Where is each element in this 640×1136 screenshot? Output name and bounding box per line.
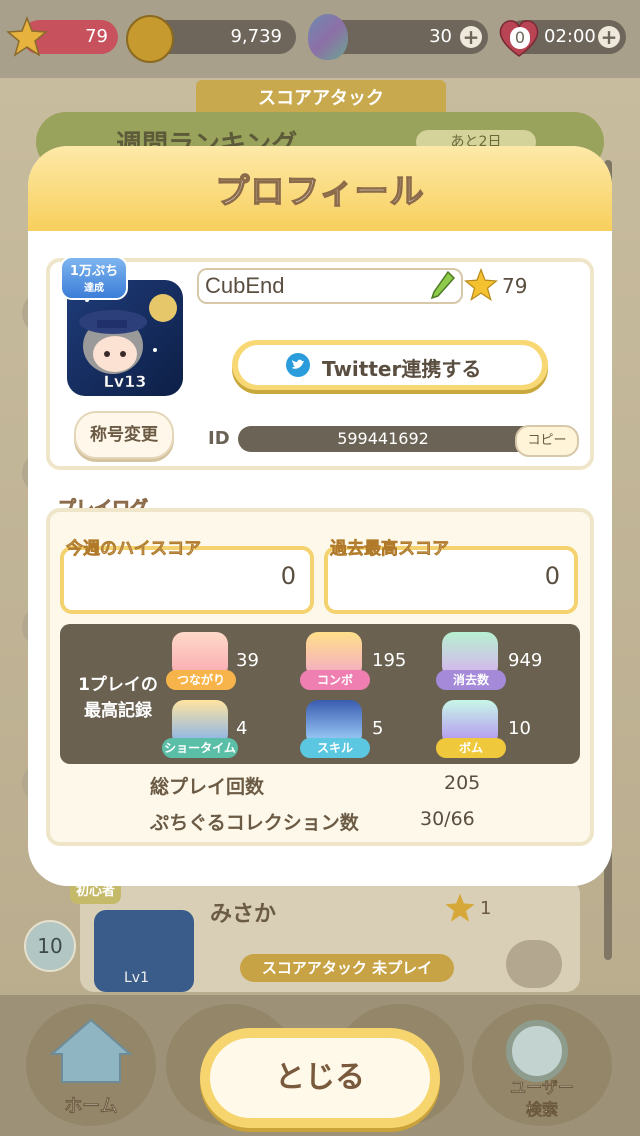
record-value-erase: 949 bbox=[508, 650, 543, 671]
record-value-chain: 39 bbox=[236, 650, 259, 671]
house-icon bbox=[49, 1018, 133, 1083]
record-tag-bomb: ボム bbox=[436, 738, 506, 758]
achievement-badge-bottom: 達成 bbox=[84, 283, 104, 294]
star-icon bbox=[6, 16, 48, 57]
level-value: 79 bbox=[85, 26, 108, 47]
home-label: ホーム bbox=[64, 1096, 118, 1118]
coin-icon bbox=[126, 15, 174, 63]
add-gem-icon[interactable]: + bbox=[460, 26, 482, 48]
twitter-icon bbox=[286, 353, 310, 377]
ranking-stars: 1 bbox=[480, 898, 492, 919]
heart-timer: 02:00 bbox=[544, 26, 596, 47]
title-change-button[interactable]: 称号変更 bbox=[74, 411, 174, 459]
twitter-link-button[interactable]: Twitter連携する bbox=[232, 340, 548, 390]
user-search-button[interactable]: ユーザー 検索 bbox=[472, 1004, 612, 1126]
ranking-row[interactable]: みさか 1 スコアアタック 未プレイ Lv1 初心者 bbox=[70, 880, 580, 992]
user-id: 599441692 bbox=[337, 429, 429, 448]
record-tag-showtime: ショータイム bbox=[162, 738, 238, 758]
alltime-high-score: 0 bbox=[544, 562, 560, 590]
record-tag-chain: つながり bbox=[166, 670, 236, 690]
status-bar: 79 9,739 30 + 02:00 + 0 bbox=[0, 0, 640, 78]
magnifier-icon bbox=[506, 1020, 568, 1082]
name-field[interactable]: CubEnd bbox=[197, 268, 463, 304]
add-heart-icon[interactable]: + bbox=[598, 26, 620, 48]
record-tag-erase: 消去数 bbox=[436, 670, 506, 690]
collection-value: 30/66 bbox=[420, 808, 475, 830]
ranking-avatar-level: Lv1 bbox=[124, 970, 149, 986]
heart-count: 0 bbox=[510, 27, 530, 49]
record-tag-skill: スキル bbox=[300, 738, 370, 758]
gem-icon bbox=[308, 14, 348, 60]
user-search-label-2: 検索 bbox=[525, 1100, 559, 1120]
twitter-button-face: Twitter連携する bbox=[238, 345, 542, 385]
ranking-avatar: Lv1 bbox=[94, 910, 194, 992]
copy-id-button[interactable]: コピー bbox=[515, 425, 579, 457]
close-button[interactable]: とじる bbox=[200, 1028, 440, 1128]
weekly-high-score-label: 今週のハイスコア bbox=[66, 539, 202, 560]
modal-title: プロフィール bbox=[215, 171, 425, 213]
pencil-icon[interactable] bbox=[430, 270, 456, 300]
user-rank: 79 bbox=[502, 274, 528, 298]
record-tag-combo: コンボ bbox=[300, 670, 370, 690]
star-icon bbox=[464, 268, 498, 301]
close-label: とじる bbox=[210, 1038, 430, 1118]
total-plays-value: 205 bbox=[444, 772, 481, 794]
total-plays-label: 総プレイ回数 bbox=[150, 776, 265, 798]
records-label-1: 1プレイの bbox=[78, 675, 158, 695]
twitter-label: Twitter連携する bbox=[322, 357, 482, 381]
id-label: ID bbox=[208, 428, 230, 449]
star-icon bbox=[445, 893, 475, 922]
alltime-high-score-label: 過去最高スコア bbox=[330, 539, 450, 560]
gem-value: 30 bbox=[429, 26, 452, 47]
ranking-status: スコアアタック 未プレイ bbox=[240, 954, 454, 982]
achievement-badge: 1万ぷち 達成 bbox=[60, 256, 128, 300]
coin-value: 9,739 bbox=[230, 26, 282, 47]
collection-label: ぷちぐるコレクション数 bbox=[150, 812, 359, 834]
record-value-showtime: 4 bbox=[236, 718, 248, 739]
ranking-name: みさか bbox=[210, 902, 277, 927]
home-button[interactable]: ホーム bbox=[26, 1004, 156, 1126]
record-value-combo: 195 bbox=[372, 650, 407, 671]
record-value-bomb: 10 bbox=[508, 718, 531, 739]
avatar-level: Lv13 bbox=[103, 372, 147, 392]
records-panel: 1プレイの 最高記録 つながり 39 コンボ 195 消去数 949 ショータイ… bbox=[60, 624, 580, 764]
user-name: CubEnd bbox=[205, 273, 285, 298]
user-search-label-1: ユーザー bbox=[510, 1078, 574, 1098]
records-label-2: 最高記録 bbox=[84, 701, 152, 721]
like-heart-icon[interactable] bbox=[506, 940, 562, 988]
ranking-rank: 10 bbox=[24, 920, 76, 972]
record-value-skill: 5 bbox=[372, 718, 384, 739]
achievement-badge-top: 1万ぷち bbox=[69, 264, 119, 279]
weekly-high-score: 0 bbox=[280, 562, 296, 590]
